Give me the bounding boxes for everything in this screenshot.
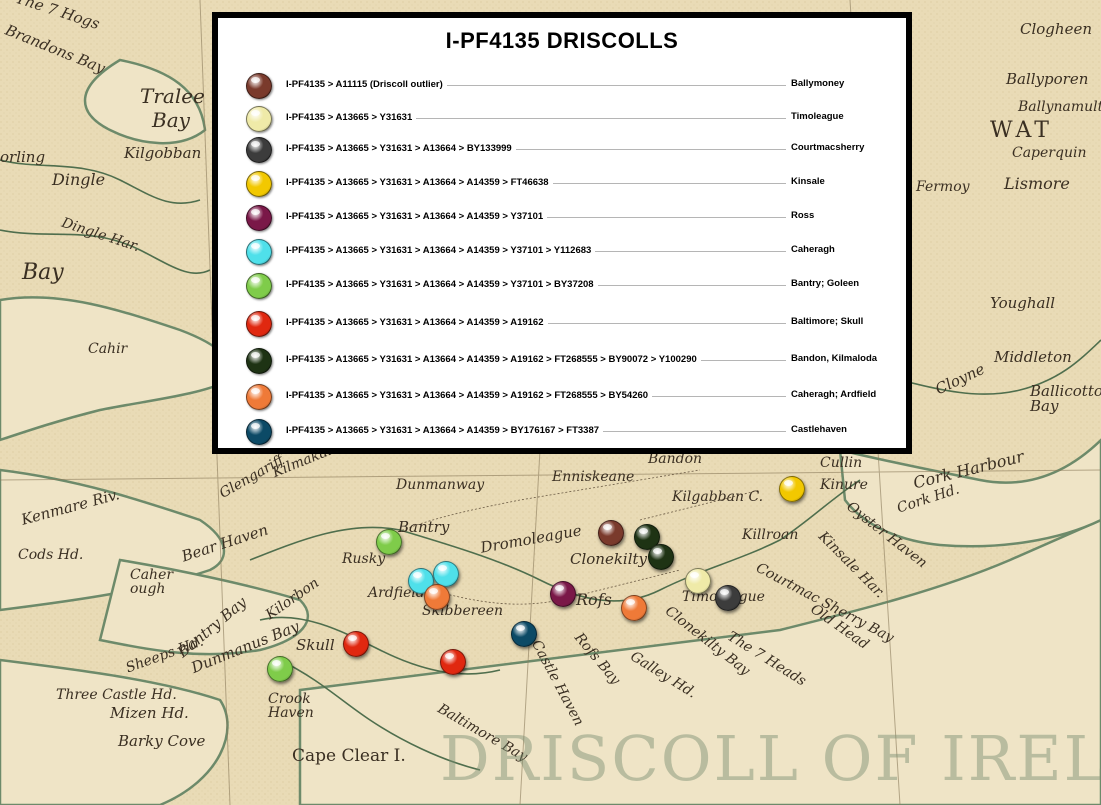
legend-marker-icon xyxy=(246,419,272,445)
map-label: Dingle xyxy=(52,170,106,189)
map-label: Kinure xyxy=(820,477,868,493)
legend-haplogroup-path: I-PF4135 > A13665 > Y31631 > A13664 > BY… xyxy=(286,143,516,154)
legend-haplogroup-path: I-PF4135 > A13665 > Y31631 > A13664 > A1… xyxy=(286,425,604,436)
map-label: Rusky xyxy=(342,551,386,567)
legend-row: I-PF4135 > A13665 > Y31631 > A13664 > BY… xyxy=(218,135,906,165)
legend-marker-icon xyxy=(246,348,272,374)
legend-place: Caheragh; Ardfield xyxy=(788,389,877,400)
legend-haplogroup-path: I-PF4135 > A13665 > Y31631 > A13664 > A1… xyxy=(286,177,553,188)
map-marker-castlehaven[interactable] xyxy=(511,621,537,647)
legend-panel: I-PF4135 DRISCOLLS I-PF4135 > A11115 (Dr… xyxy=(212,12,912,454)
legend-haplogroup-path: I-PF4135 > A13665 > Y31631 > A13664 > A1… xyxy=(286,279,598,290)
legend-marker-icon xyxy=(246,137,272,163)
map-marker-kinsale[interactable] xyxy=(779,476,805,502)
map-marker-caheragh-ardfield[interactable] xyxy=(621,595,647,621)
legend-row: I-PF4135 > A11115 (Driscoll outlier) Bal… xyxy=(218,71,906,101)
legend-haplogroup-path: I-PF4135 > A13665 > Y31631 > A13664 > A1… xyxy=(286,354,701,365)
map-marker-baltimore-skull[interactable] xyxy=(440,649,466,675)
legend-row: I-PF4135 > A13665 > Y31631 Timoleague xyxy=(218,104,906,134)
legend-row: I-PF4135 > A13665 > Y31631 > A13664 > A1… xyxy=(218,417,906,447)
legend-place: Caheragh xyxy=(788,244,835,255)
legend-place: Baltimore; Skull xyxy=(788,316,864,327)
legend-haplogroup-path: I-PF4135 > A13665 > Y31631 xyxy=(286,112,417,123)
map-label: Ballyporen xyxy=(1006,70,1089,88)
legend-haplogroup-path: I-PF4135 > A13665 > Y31631 > A13664 > A1… xyxy=(286,390,653,401)
map-label: orling xyxy=(0,148,46,166)
map-label: Caperquin xyxy=(1012,145,1087,161)
legend-haplogroup-path: I-PF4135 > A13665 > Y31631 > A13664 > A1… xyxy=(286,211,548,222)
map-label: Clonekilty xyxy=(570,550,648,568)
map-label: Dunmanway xyxy=(396,477,485,493)
map-marker-timoleague[interactable] xyxy=(685,568,711,594)
legend-row: I-PF4135 > A13665 > Y31631 > A13664 > A1… xyxy=(218,271,906,301)
legend-marker-icon xyxy=(246,239,272,265)
legend-marker-icon xyxy=(246,273,272,299)
legend-marker-icon xyxy=(246,311,272,337)
legend-haplogroup-path: I-PF4135 > A13665 > Y31631 > A13664 > A1… xyxy=(286,317,548,328)
legend-row: I-PF4135 > A13665 > Y31631 > A13664 > A1… xyxy=(218,237,906,267)
legend-place: Bantry; Goleen xyxy=(788,278,860,289)
map-marker-baltimore-skull[interactable] xyxy=(343,631,369,657)
map-label: Three Castle Hd. xyxy=(56,687,177,703)
map-label: Clogheen xyxy=(1020,20,1092,38)
map-label: Bay xyxy=(22,260,64,285)
map-marker-bandon-kilmaloda[interactable] xyxy=(648,544,674,570)
legend-place: Ballymoney xyxy=(788,78,845,89)
map-label: Mizen Hd. xyxy=(110,704,189,722)
legend-marker-icon xyxy=(246,171,272,197)
map-label: Ballicotton Bay xyxy=(1030,382,1101,415)
map-label: Bantry xyxy=(398,518,450,536)
map-label: Cahir xyxy=(88,341,128,357)
map-label: Cods Hd. xyxy=(18,547,84,563)
legend-haplogroup-path: I-PF4135 > A13665 > Y31631 > A13664 > A1… xyxy=(286,245,596,256)
legend-marker-icon xyxy=(246,205,272,231)
map-label: Bay xyxy=(152,108,190,132)
legend-marker-icon xyxy=(246,384,272,410)
map-label: Ballynamult xyxy=(1018,99,1101,115)
map-label: Kilgobban xyxy=(124,144,202,162)
legend-row: I-PF4135 > A13665 > Y31631 > A13664 > A1… xyxy=(218,169,906,199)
map-label: Barky Cove xyxy=(118,732,206,750)
map-marker-bantry-goleen[interactable] xyxy=(376,529,402,555)
map-label: Crook Haven xyxy=(268,691,314,721)
map-label: Cape Clear I. xyxy=(292,746,406,766)
map-label: Rofs xyxy=(576,590,612,609)
map-marker-ross[interactable] xyxy=(550,581,576,607)
legend-row: I-PF4135 > A13665 > Y31631 > A13664 > A1… xyxy=(218,346,906,376)
map-label: Fermoy xyxy=(916,179,970,195)
map-label: Bandon xyxy=(648,451,703,467)
legend-haplogroup-path: I-PF4135 > A11115 (Driscoll outlier) xyxy=(286,79,447,90)
map-marker-bantry-goleen[interactable] xyxy=(267,656,293,682)
map-label: Enniskeane xyxy=(552,469,635,485)
watermark: DRISCOLL OF IRELAND xyxy=(440,722,1101,795)
map-label: Youghall xyxy=(990,294,1056,312)
map-label: WAT xyxy=(990,118,1053,143)
map-label: Middleton xyxy=(994,348,1072,366)
map-label: Caher ough xyxy=(130,567,174,597)
legend-place: Timoleague xyxy=(788,111,844,122)
map-label: Killroan xyxy=(742,527,799,543)
legend-place: Kinsale xyxy=(788,176,825,187)
map-marker-ballymoney[interactable] xyxy=(598,520,624,546)
legend-marker-icon xyxy=(246,73,272,99)
legend-title: I-PF4135 DRISCOLLS xyxy=(445,28,679,53)
map-label: Cullin xyxy=(820,455,863,471)
legend-row: I-PF4135 > A13665 > Y31631 > A13664 > A1… xyxy=(218,309,906,339)
legend-place: Courtmacsherry xyxy=(788,142,865,153)
legend-row: I-PF4135 > A13665 > Y31631 > A13664 > A1… xyxy=(218,382,906,412)
map-label: Tralee xyxy=(140,84,205,108)
map-marker-caheragh-ardfield[interactable] xyxy=(424,584,450,610)
legend-place: Ross xyxy=(788,210,815,221)
map-label: Lismore xyxy=(1004,174,1070,193)
legend-row: I-PF4135 > A13665 > Y31631 > A13664 > A1… xyxy=(218,203,906,233)
map-label: Skull xyxy=(296,636,335,654)
legend-place: Castlehaven xyxy=(788,424,847,435)
map-label: Kilgabban C. xyxy=(672,489,764,505)
legend-place: Bandon, Kilmaloda xyxy=(788,353,878,364)
map-marker-courtmacsherry[interactable] xyxy=(715,585,741,611)
legend-marker-icon xyxy=(246,106,272,132)
